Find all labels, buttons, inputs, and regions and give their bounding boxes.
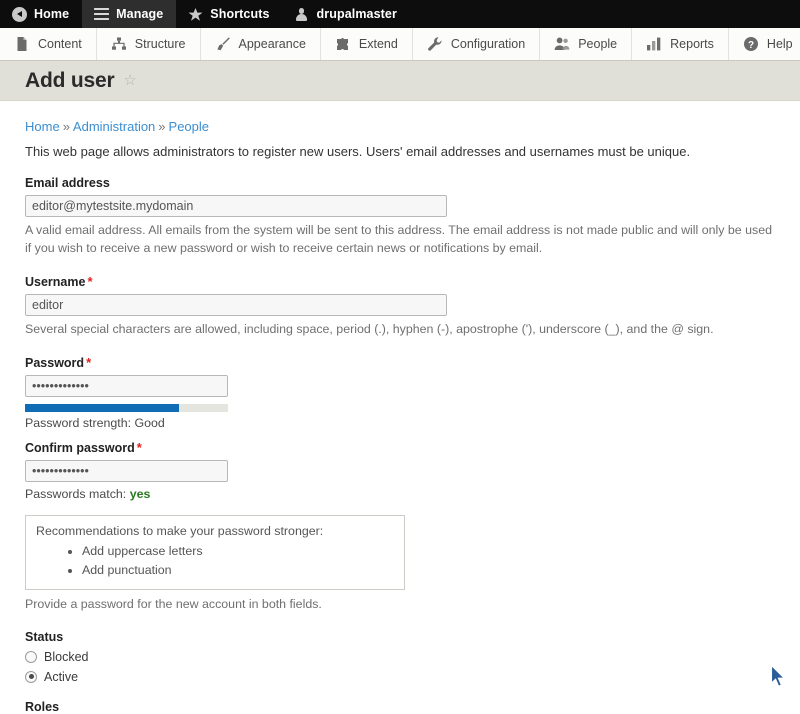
nav-item-appearance[interactable]: Appearance [200, 28, 321, 60]
page-intro-text: This web page allows administrators to r… [25, 144, 691, 159]
username-field[interactable] [25, 293, 447, 316]
password-field[interactable] [25, 374, 228, 397]
primary-toolbar: Home Manage Shortcuts drupalmaster [0, 0, 800, 28]
nav-item-extend[interactable]: Extend [320, 28, 413, 60]
nav-item-configuration[interactable]: Configuration [412, 28, 541, 60]
home-back-icon [11, 6, 27, 22]
toolbar-item-manage[interactable]: Manage [82, 0, 177, 28]
breadcrumb-separator: » [158, 119, 166, 134]
required-asterisk: * [87, 273, 93, 289]
username-description: Several special characters are allowed, … [25, 321, 714, 336]
nav-item-help[interactable]: ? Help [728, 28, 800, 60]
toolbar-item-shortcuts[interactable]: Shortcuts [176, 0, 283, 28]
wrench-icon [427, 36, 443, 52]
paintbrush-icon [215, 36, 231, 52]
nav-item-extend-label: Extend [358, 37, 398, 51]
passwords-match-text: Passwords match: yes [25, 486, 151, 501]
radio-label-active: Active [44, 669, 79, 684]
radio-label-blocked: Blocked [44, 649, 89, 664]
field-username: Username* Several special characters are… [25, 274, 775, 339]
page-title: Add user [25, 68, 115, 92]
breadcrumb-item-administration[interactable]: Administration [73, 119, 155, 134]
username-label: Username * [25, 273, 93, 289]
email-description: A valid email address. All emails from t… [25, 222, 773, 255]
main-content: Home» Administration» People This web page… [0, 101, 800, 714]
radio-option-active[interactable]: Active [25, 670, 775, 684]
passwords-match-value: yes [129, 486, 151, 501]
required-asterisk: * [136, 439, 142, 455]
recommendations-title: Recommendations to make your password st… [36, 523, 324, 538]
required-asterisk: * [86, 354, 92, 370]
breadcrumb-item-home[interactable]: Home [25, 119, 60, 134]
document-icon [14, 36, 30, 52]
question-circle-icon: ? [743, 36, 759, 52]
nav-item-reports[interactable]: Reports [632, 28, 729, 60]
toolbar-item-home-label: Home [34, 7, 70, 21]
breadcrumb-separator: » [62, 119, 70, 134]
email-field[interactable] [25, 194, 447, 217]
hamburger-icon [93, 6, 109, 22]
roles-group-label: Roles [25, 699, 60, 714]
nav-item-help-label: Help [766, 37, 793, 51]
password-label: Password * [25, 354, 92, 370]
nav-item-configuration-label: Configuration [450, 37, 526, 51]
svg-text:?: ? [748, 40, 754, 51]
list-item: Add uppercase letters [82, 542, 394, 561]
nav-item-content[interactable]: Content [0, 28, 97, 60]
password-recommendations-box: Recommendations to make your password st… [25, 514, 405, 590]
secondary-toolbar: Content Structure Appearance Extend Conf… [0, 28, 800, 61]
nav-item-structure[interactable]: Structure [96, 28, 201, 60]
radio-icon-blocked[interactable] [25, 650, 37, 663]
toolbar-item-shortcuts-label: Shortcuts [210, 7, 270, 21]
toolbar-item-home[interactable]: Home [0, 0, 83, 28]
list-item: Add punctuation [82, 561, 394, 580]
nav-item-reports-label: Reports [670, 37, 714, 51]
page-title-band: Add user ☆ [0, 61, 800, 101]
nav-item-structure-label: Structure [134, 37, 186, 51]
field-password: Password* Password strength: Good [25, 355, 775, 430]
toolbar-item-user-label: drupalmaster [316, 7, 397, 21]
user-icon [294, 6, 310, 22]
nav-item-people[interactable]: People [540, 28, 633, 60]
nav-item-appearance-label: Appearance [238, 37, 306, 51]
nav-item-people-label: People [578, 37, 618, 51]
toolbar-item-user[interactable]: drupalmaster [282, 0, 410, 28]
favorite-star-icon[interactable]: ☆ [123, 73, 136, 88]
radio-option-blocked[interactable]: Blocked [25, 650, 775, 664]
star-icon [187, 6, 203, 22]
breadcrumb: Home» Administration» People [25, 119, 775, 134]
recommendations-list: Add uppercase letters Add punctuation [36, 542, 394, 580]
confirm-password-field[interactable] [25, 459, 228, 482]
field-email: Email address A valid email address. All… [25, 176, 775, 258]
password-strength-text: Password strength: Good [25, 415, 165, 430]
nav-item-content-label: Content [38, 37, 82, 51]
password-strength-meter [25, 403, 228, 412]
email-label: Email address [25, 175, 110, 190]
status-group-label: Status [25, 629, 64, 644]
sitemap-icon [111, 36, 127, 52]
bar-chart-icon [646, 36, 662, 52]
radio-icon-active[interactable] [25, 670, 37, 683]
breadcrumb-item-people[interactable]: People [169, 119, 209, 134]
puzzle-icon [335, 36, 351, 52]
password-description: Provide a password for the new account i… [25, 596, 322, 611]
confirm-password-label: Confirm password * [25, 439, 142, 455]
toolbar-item-manage-label: Manage [116, 7, 164, 21]
field-confirm-password: Confirm password* Passwords match: yes [25, 440, 775, 501]
people-icon [554, 36, 570, 52]
